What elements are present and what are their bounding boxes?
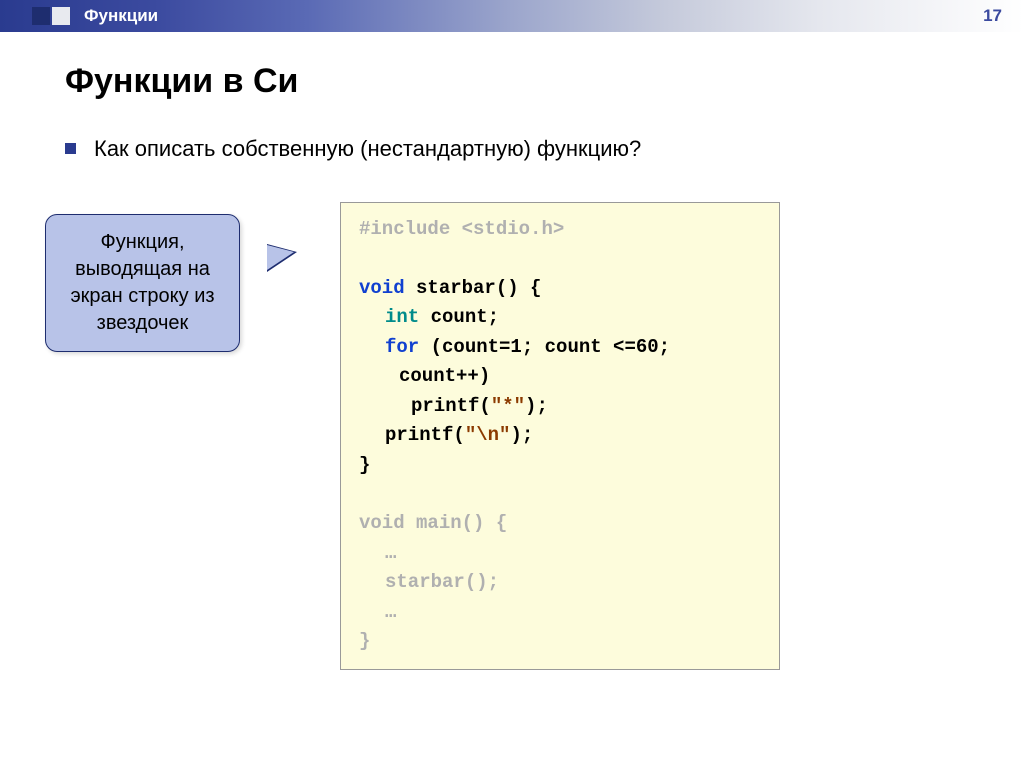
bullet-text: Как описать собственную (нестандартную) …	[94, 136, 641, 162]
code-line: printf("*");	[359, 392, 761, 421]
content-row: Функция, выводящая на экран строку из зв…	[65, 202, 959, 670]
decorative-block	[52, 7, 70, 25]
page-number: 17	[983, 6, 1002, 26]
callout-text: Функция, выводящая на экран строку из зв…	[70, 231, 214, 334]
code-block: #include <stdio.h> void starbar() { int …	[340, 202, 780, 670]
code-line: #include <stdio.h>	[359, 215, 761, 244]
code-line	[359, 480, 761, 509]
slide-content: Функции в Си Как описать собственную (не…	[0, 32, 1024, 670]
code-line	[359, 244, 761, 273]
code-line: starbar();	[359, 568, 761, 597]
code-line: …	[359, 539, 761, 568]
page-title: Функции в Си	[65, 62, 959, 101]
header-decorative-blocks	[32, 7, 70, 25]
code-line: }	[359, 627, 761, 656]
code-line: count++)	[359, 362, 761, 391]
bullet-item: Как описать собственную (нестандартную) …	[65, 136, 959, 162]
callout-bubble: Функция, выводящая на экран строку из зв…	[45, 214, 240, 352]
decorative-block	[32, 7, 50, 25]
code-line: …	[359, 598, 761, 627]
header-bar: Функции 17	[0, 0, 1024, 32]
code-line: int count;	[359, 303, 761, 332]
code-line: for (count=1; count <=60;	[359, 333, 761, 362]
bullet-icon	[65, 143, 76, 154]
code-line: void starbar() {	[359, 274, 761, 303]
code-line: }	[359, 451, 761, 480]
code-line: void main() {	[359, 509, 761, 538]
code-line: printf("\n");	[359, 421, 761, 450]
breadcrumb: Функции	[84, 6, 158, 26]
